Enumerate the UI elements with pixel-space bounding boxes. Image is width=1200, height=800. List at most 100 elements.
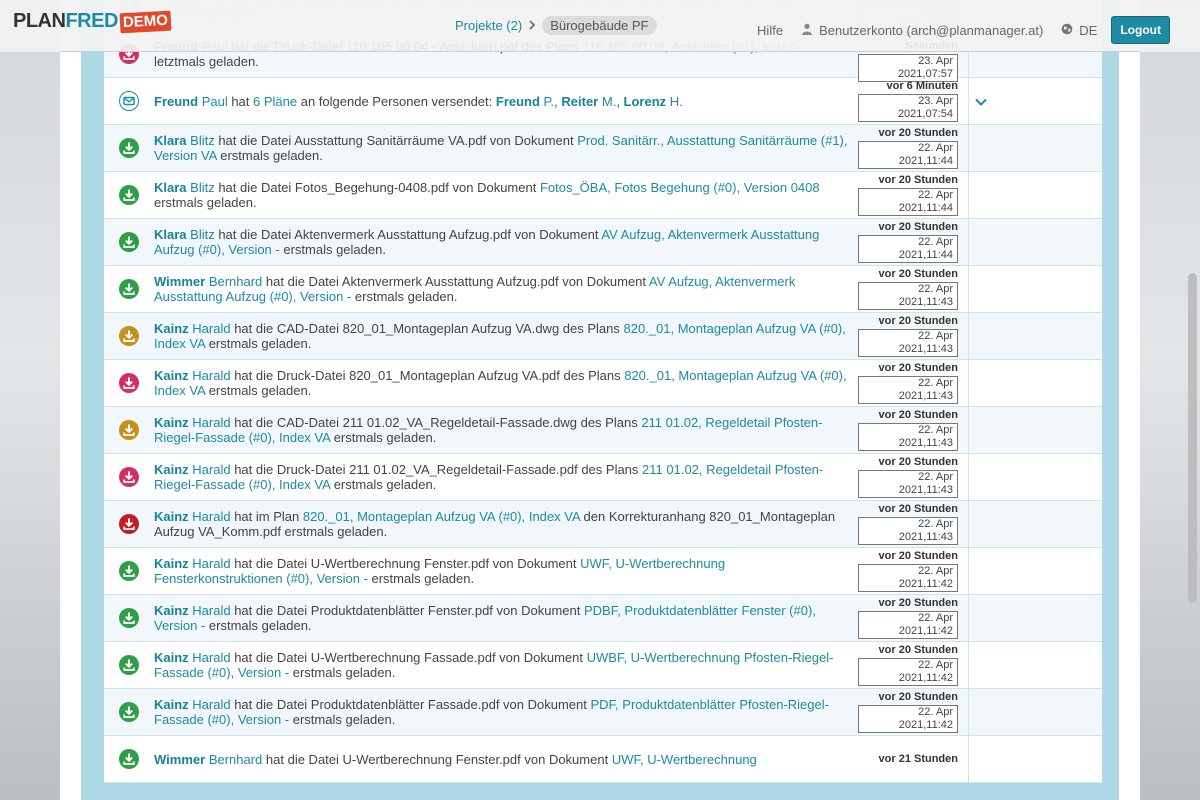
user-last-name[interactable]: Kainz — [154, 650, 189, 665]
feed-row-action-cell — [968, 642, 992, 688]
demo-badge: DEMO — [119, 10, 172, 33]
user-last-name[interactable]: Wimmer — [154, 274, 205, 289]
user-first-name[interactable]: Harald — [192, 509, 230, 524]
feed-text: hat die Druck-Datei 820_01_Montageplan A… — [230, 368, 625, 383]
feed-row-action-cell — [968, 313, 992, 359]
user-last-name[interactable]: Klara — [154, 180, 187, 195]
user-first-name[interactable]: Harald — [192, 603, 230, 618]
user-first-name[interactable]: Paul — [202, 94, 228, 109]
download-icon — [119, 185, 139, 205]
feed-row-timestamp: vor 21 Stunden — [858, 753, 958, 766]
feed-row-text: Kainz Harald hat die Druck-Datei 820_01_… — [154, 368, 858, 398]
feed-text: erstmals geladen. — [367, 571, 475, 586]
feed-row-text: Wimmer Bernhard hat die Datei Aktenverme… — [154, 274, 858, 304]
brand-logo[interactable]: PLAN FRED DEMO — [13, 10, 172, 33]
feed-row-action-cell — [968, 219, 992, 265]
feed-row-timestamp: vor 20 Stunden 22. Apr 2021,11:43 — [858, 362, 958, 404]
feed-text: hat die Datei Fotos_Begehung-0408.pdf vo… — [214, 180, 540, 195]
user-first-name[interactable]: Bernhard — [209, 274, 262, 289]
activity-feed-container: Freund Paul hat die CAD-Datei 110.105 00… — [81, 0, 1119, 800]
download-icon — [119, 749, 139, 769]
feed-text: , — [616, 93, 624, 109]
user-last-name[interactable]: Kainz — [154, 603, 189, 618]
absolute-date-badge: 22. Apr 2021,11:44 — [858, 235, 958, 263]
feed-row-timestamp: vor 20 Stunden 22. Apr 2021,11:43 — [858, 268, 958, 310]
user-first-name[interactable]: Harald — [192, 368, 230, 383]
scrollbar-thumb[interactable] — [1188, 273, 1197, 603]
user-last-name[interactable]: Kainz — [154, 368, 189, 383]
feed-row-action-cell — [968, 407, 992, 453]
feed-text: erstmals geladen. — [205, 336, 312, 351]
breadcrumb-current-project[interactable]: Bürogebäude PF — [542, 16, 657, 35]
language-selector[interactable]: DE — [1061, 23, 1097, 38]
user-last-name[interactable]: Kainz — [154, 462, 189, 477]
download-icon — [119, 420, 139, 440]
feed-text: hat die Datei Ausstattung Sanitärräume V… — [214, 133, 578, 148]
feed-text: hat die Datei Produktdatenblätter Fassad… — [230, 697, 591, 712]
feed-row-action-cell — [968, 360, 992, 406]
feed-text: erstmals geladen. — [205, 618, 312, 633]
help-link[interactable]: Hilfe — [757, 23, 783, 38]
user-last-name[interactable]: Klara — [154, 133, 187, 148]
user-first-name[interactable]: Harald — [192, 556, 230, 571]
feed-link[interactable]: Fotos_ÖBA, Fotos Begehung (#0), Version … — [540, 180, 820, 195]
user-icon — [801, 23, 813, 38]
breadcrumb-projects-link[interactable]: Projekte (2) — [455, 18, 522, 33]
user-last-name[interactable]: Freund — [154, 94, 198, 109]
user-first-name[interactable]: Blitz — [190, 133, 215, 148]
logout-button[interactable]: Logout — [1111, 16, 1170, 44]
feed-link[interactable]: M. — [598, 94, 616, 109]
download-icon — [119, 326, 139, 346]
user-first-name[interactable]: Bernhard — [209, 752, 262, 767]
feed-row-action-cell — [968, 454, 992, 500]
user-first-name[interactable]: Harald — [192, 697, 230, 712]
feed-row-icon-cell — [104, 655, 154, 675]
feed-row-action-cell — [968, 548, 992, 594]
user-last-name[interactable]: Klara — [154, 227, 187, 242]
user-first-name[interactable]: Harald — [192, 462, 230, 477]
feed-text: hat die CAD-Datei 211 01.02_VA_Regeldeta… — [230, 415, 642, 430]
feed-row-text: Kainz Harald hat die Datei U-Wertberechn… — [154, 650, 858, 680]
feed-row: Kainz Harald hat die Datei Produktdatenb… — [104, 689, 1102, 736]
user-last-name[interactable]: Wimmer — [154, 752, 205, 767]
feed-row: Kainz Harald hat im Plan 820._01, Montag… — [104, 501, 1102, 548]
recipient-name[interactable]: Reiter — [561, 94, 598, 109]
feed-row-timestamp: vor 20 Stunden 22. Apr 2021,11:43 — [858, 315, 958, 357]
page-scrollbar[interactable] — [1186, 0, 1200, 800]
recipient-name[interactable]: Lorenz — [624, 94, 667, 109]
feed-row-icon-cell — [104, 514, 154, 534]
user-last-name[interactable]: Kainz — [154, 556, 189, 571]
feed-row-icon-cell — [104, 279, 154, 299]
feed-row-text: Kainz Harald hat die Druck-Datei 211 01.… — [154, 462, 858, 492]
feed-row-timestamp: vor 20 Stunden 22. Apr 2021,11:44 — [858, 174, 958, 216]
feed-link[interactable]: UWF, U-Wertberechnung — [612, 752, 757, 767]
user-last-name[interactable]: Kainz — [154, 415, 189, 430]
feed-text: erstmals geladen. — [216, 148, 323, 163]
feed-row-action-cell — [968, 172, 992, 218]
feed-link[interactable]: P. — [540, 94, 555, 109]
feed-text: erstmals geladen. — [330, 477, 437, 492]
expand-row-button[interactable] — [968, 78, 992, 124]
user-last-name[interactable]: Kainz — [154, 321, 189, 336]
user-first-name[interactable]: Blitz — [190, 180, 215, 195]
user-first-name[interactable]: Harald — [192, 650, 230, 665]
feed-link[interactable]: H. — [666, 94, 683, 109]
absolute-date-badge: 22. Apr 2021,11:43 — [858, 329, 958, 357]
recipient-name[interactable]: Freund — [496, 94, 540, 109]
feed-row-icon-cell — [104, 138, 154, 158]
user-first-name[interactable]: Harald — [192, 415, 230, 430]
main-content: Freund Paul hat die CAD-Datei 110.105 00… — [60, 0, 1140, 800]
feed-link[interactable]: 6 Pläne — [253, 94, 297, 109]
user-first-name[interactable]: Blitz — [190, 227, 215, 242]
account-link[interactable]: Benutzerkonto (arch@planmanager.at) — [801, 23, 1043, 38]
download-icon — [119, 467, 139, 487]
feed-text: hat die CAD-Datei 820_01_Montageplan Auf… — [230, 321, 624, 336]
user-last-name[interactable]: Kainz — [154, 509, 189, 524]
user-first-name[interactable]: Harald — [192, 321, 230, 336]
relative-time: vor 20 Stunden — [878, 362, 958, 374]
relative-time: vor 20 Stunden — [878, 550, 958, 562]
user-last-name[interactable]: Kainz — [154, 697, 189, 712]
feed-row-timestamp: vor 20 Stunden 22. Apr 2021,11:44 — [858, 127, 958, 169]
feed-row-timestamp: vor 20 Stunden 22. Apr 2021,11:43 — [858, 409, 958, 451]
feed-link[interactable]: 820._01, Montageplan Aufzug VA (#0), Ind… — [303, 509, 580, 524]
